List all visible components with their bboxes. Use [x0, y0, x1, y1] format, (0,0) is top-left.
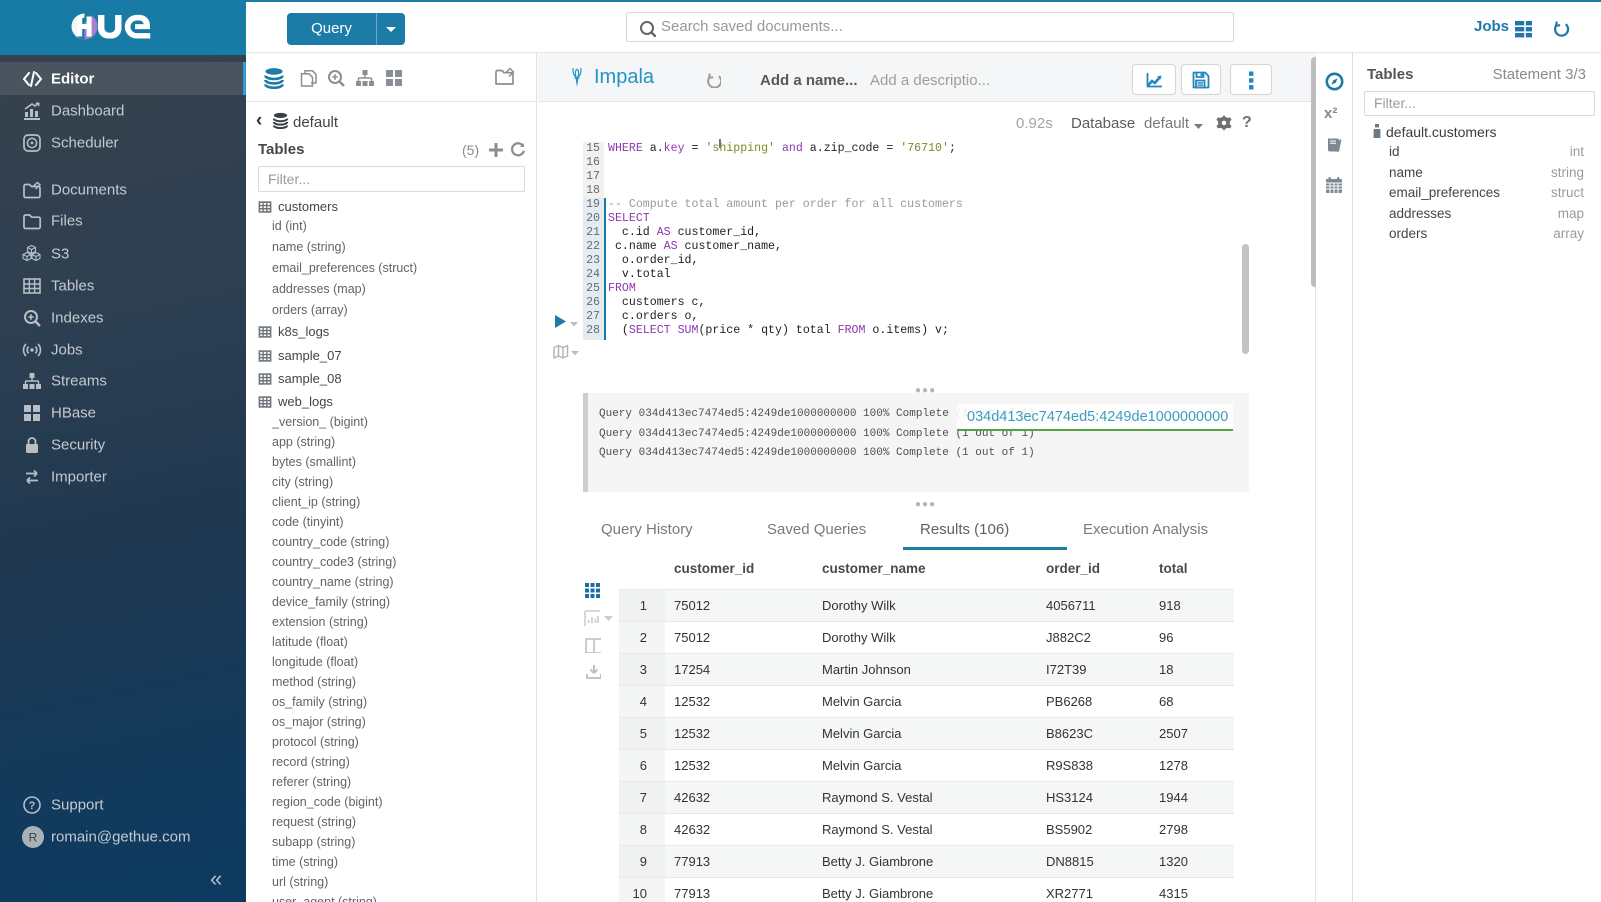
svg-text:?: ?: [29, 800, 36, 812]
svg-text:R: R: [29, 831, 38, 845]
